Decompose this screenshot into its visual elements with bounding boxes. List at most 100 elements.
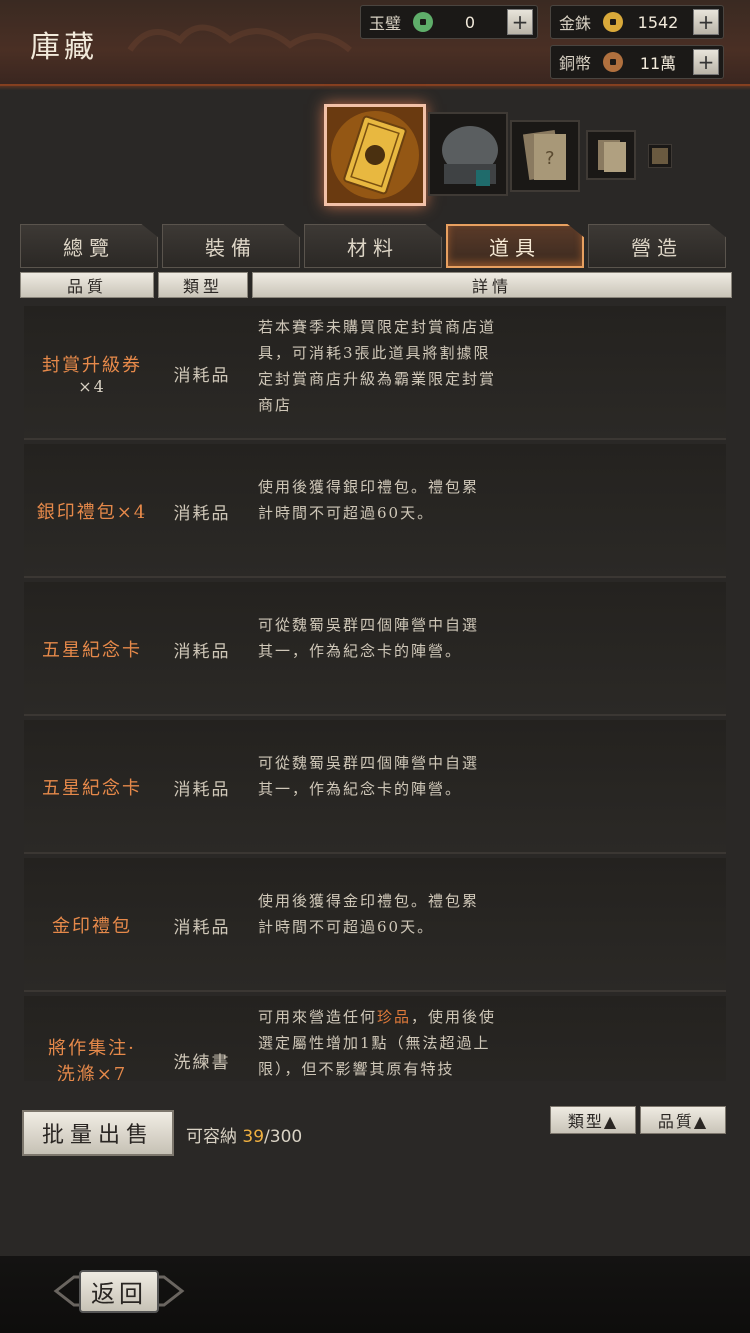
item-name: 銀印禮包×4 [32, 444, 152, 578]
item-name-text: 封賞升級券 [42, 354, 142, 376]
copper-coin-icon [603, 52, 623, 72]
preview-reward-ticket[interactable] [324, 104, 426, 206]
item-description: 使用後獲得銀印禮包。禮包累 計時間不可超過60天。 [258, 474, 548, 526]
tab-equipment[interactable]: 裝備 [162, 224, 300, 268]
desc-line: 計時間不可超過60天。 [258, 504, 435, 522]
desc-line: 選定屬性增加1點（無法超過上 [258, 1034, 491, 1052]
tab-items[interactable]: 道具 [446, 224, 584, 268]
column-detail: 詳情 [252, 272, 732, 298]
desc-line: 計時間不可超過60天。 [258, 918, 435, 936]
item-name: 五星紀念卡 [32, 582, 152, 716]
desc-line: 其一，作為紀念卡的陣營。 [258, 642, 463, 660]
preview-mystery-card[interactable]: ? [510, 120, 580, 192]
item-name: 封賞升級券 ×4 [32, 306, 152, 440]
category-tabs: 總覽 裝備 材料 道具 營造 [20, 224, 730, 268]
page-title: 庫藏 [30, 30, 98, 65]
item-type: 消耗品 [173, 365, 231, 386]
item-quantity: ×4 [78, 376, 106, 396]
sort-by-type-button[interactable]: 類型▲ [550, 1106, 636, 1134]
item-name: 金印禮包 [32, 858, 152, 992]
tab-overview[interactable]: 總覽 [20, 224, 158, 268]
capacity-label: 可容納 [186, 1127, 237, 1147]
desc-line: 使用後獲得金印禮包。禮包累 [258, 892, 480, 910]
card-icon: ? [522, 129, 566, 181]
svg-text:?: ? [545, 148, 555, 169]
add-copper-button[interactable]: + [693, 49, 719, 75]
preview-card-small[interactable] [586, 130, 636, 180]
desc-line: 商店 [258, 396, 293, 414]
item-description: 可從魏蜀吳群四個陣營中自選 其一，作為紀念卡的陣營。 [258, 612, 548, 664]
item-description: 使用後獲得金印禮包。禮包累 計時間不可超過60天。 [258, 888, 548, 940]
desc-text: 可用來營造任何 [258, 1008, 378, 1026]
reward-ticket-icon [327, 107, 423, 203]
desc-line: 其一，作為紀念卡的陣營。 [258, 780, 463, 798]
list-item[interactable]: 將作集注· 洗滌×7 洗練書 可用來營造任何珍品，使用後使 選定屬性增加1點（無… [24, 996, 726, 1081]
gold-coin-icon [603, 12, 623, 32]
back-button[interactable]: 返回 [52, 1269, 186, 1313]
currency-value: 11萬 [639, 54, 677, 73]
add-jade-button[interactable]: + [507, 9, 533, 35]
tab-materials[interactable]: 材料 [304, 224, 442, 268]
item-type: 洗練書 [173, 1053, 231, 1073]
item-type: 消耗品 [173, 641, 231, 662]
column-quality[interactable]: 品質 [20, 272, 154, 298]
item-description: 可從魏蜀吳群四個陣營中自選 其一，作為紀念卡的陣營。 [258, 750, 548, 802]
desc-line: 定封賞商店升級為霸業限定封賞 [258, 370, 497, 388]
item-type: 消耗品 [173, 917, 231, 938]
column-type[interactable]: 類型 [158, 272, 248, 298]
helmet-icon [442, 126, 498, 186]
add-gold-button[interactable]: + [693, 9, 719, 35]
item-type: 消耗品 [173, 779, 231, 800]
desc-line: 可從魏蜀吳群四個陣營中自選 [258, 616, 480, 634]
item-quantity: 洗滌×7 [56, 1064, 128, 1081]
desc-line: 具，可消耗3張此道具將割據限 [258, 344, 491, 362]
desc-highlight: 珍品 [377, 1008, 412, 1026]
currency-value: 1542 [637, 12, 679, 32]
batch-sell-button[interactable]: 批量出售 [22, 1110, 174, 1156]
list-item[interactable]: 五星紀念卡 消耗品 可從魏蜀吳群四個陣營中自選 其一，作為紀念卡的陣營。 [24, 582, 726, 716]
column-headers: 品質 類型 詳情 [20, 272, 732, 298]
item-name-text: 金印禮包 [52, 916, 132, 937]
card-icon [598, 140, 626, 172]
preview-helmet[interactable] [428, 112, 508, 196]
item-icon [652, 148, 668, 164]
desc-line: 限），但不影響其原有特技 [258, 1060, 455, 1078]
desc-text: ，使用後使 [411, 1008, 497, 1026]
preview-tiny[interactable] [648, 144, 672, 168]
item-name: 將作集注· 洗滌×7 [32, 996, 152, 1081]
item-name-text: 五星紀念卡 [42, 778, 142, 799]
desc-line: 若本賽季未購買限定封賞商店道 [258, 318, 497, 336]
capacity-text: 可容納 39/300 [186, 1122, 302, 1147]
capacity-total: /300 [264, 1127, 303, 1147]
cloud-ornament-icon [127, 24, 352, 53]
back-label: 返回 [79, 1269, 159, 1313]
item-list[interactable]: 封賞升級券 ×4 消耗品 若本賽季未購買限定封賞商店道 具，可消耗3張此道具將割… [24, 306, 726, 1081]
sort-by-quality-button[interactable]: 品質▲ [640, 1106, 726, 1134]
footer: 返回 [0, 1256, 750, 1333]
tab-construction[interactable]: 營造 [588, 224, 726, 268]
list-item[interactable]: 封賞升級券 ×4 消耗品 若本賽季未購買限定封賞商店道 具，可消耗3張此道具將割… [24, 306, 726, 440]
capacity-used: 39 [242, 1127, 265, 1147]
currency-label: 玉璧 [369, 14, 402, 33]
item-name-text: 銀印禮包×4 [36, 502, 148, 523]
item-description: 可用來營造任何珍品，使用後使 選定屬性增加1點（無法超過上 限），但不影響其原有… [258, 1004, 548, 1081]
currency-copper: 銅幣 11萬 + [550, 45, 724, 79]
item-name: 五星紀念卡 [32, 720, 152, 854]
currency-label: 金銖 [559, 14, 592, 33]
item-description: 若本賽季未購買限定封賞商店道 具，可消耗3張此道具將割據限 定封賞商店升級為霸業… [258, 314, 548, 418]
list-item[interactable]: 五星紀念卡 消耗品 可從魏蜀吳群四個陣營中自選 其一，作為紀念卡的陣營。 [24, 720, 726, 854]
item-name-text: 將作集注· [48, 1038, 136, 1059]
bottom-bar: 批量出售 可容納 39/300 類型▲ 品質▲ [0, 1086, 750, 1256]
list-item[interactable]: 銀印禮包×4 消耗品 使用後獲得銀印禮包。禮包累 計時間不可超過60天。 [24, 444, 726, 578]
item-preview-carousel: ? [0, 102, 750, 212]
jade-coin-icon [413, 12, 433, 32]
desc-line: 使用後獲得銀印禮包。禮包累 [258, 478, 480, 496]
currency-label: 銅幣 [559, 54, 592, 73]
currency-jade: 玉璧 0 + [360, 5, 538, 39]
currency-value: 0 [464, 12, 476, 32]
desc-line: 可用來營造任何珍品，使用後使 [258, 1004, 548, 1030]
item-type: 消耗品 [173, 503, 231, 524]
list-item[interactable]: 金印禮包 消耗品 使用後獲得金印禮包。禮包累 計時間不可超過60天。 [24, 858, 726, 992]
currency-gold: 金銖 1542 + [550, 5, 724, 39]
desc-line: 可從魏蜀吳群四個陣營中自選 [258, 754, 480, 772]
